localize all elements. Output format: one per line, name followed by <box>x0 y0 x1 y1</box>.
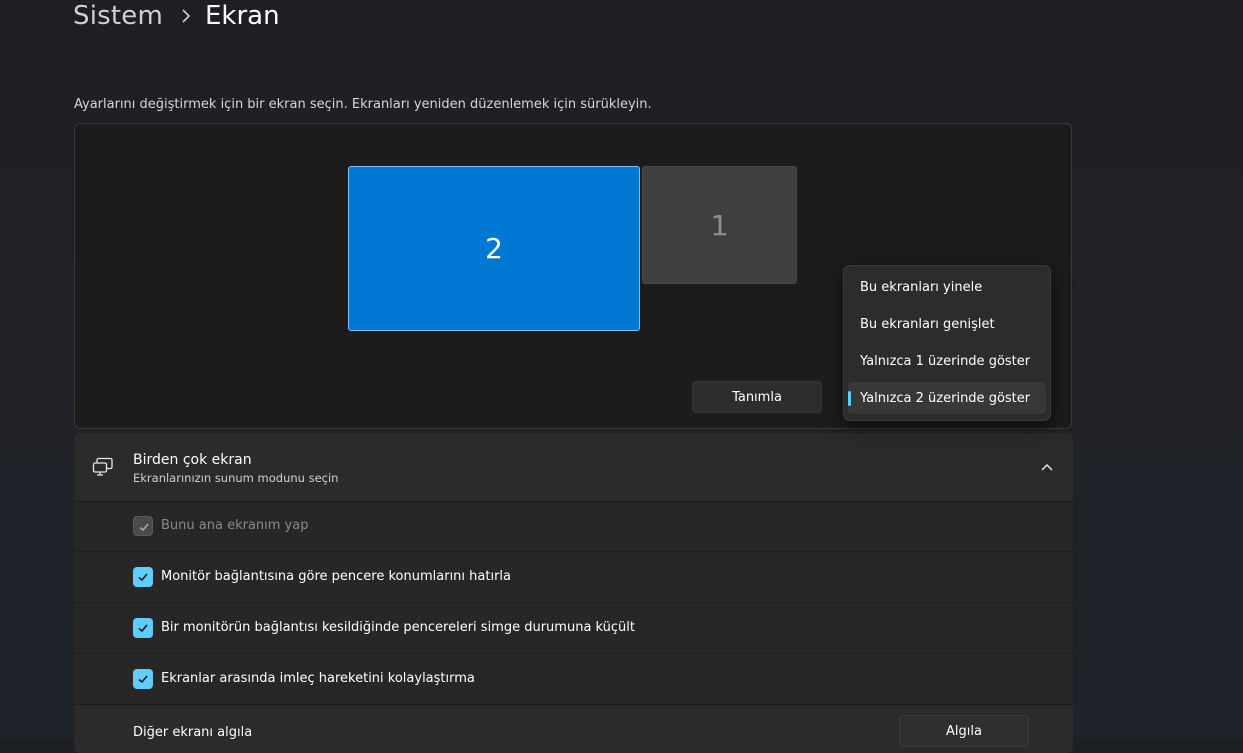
ease-cursor-movement-checkbox[interactable] <box>133 669 153 689</box>
monitor-1[interactable]: 1 <box>642 166 797 284</box>
monitor-1-label: 1 <box>710 208 729 242</box>
arrangement-hint: Ayarlarını değiştirmek için bir ekran se… <box>74 97 652 112</box>
multiple-displays-icon <box>92 457 113 476</box>
remember-window-positions-checkbox[interactable] <box>133 567 153 587</box>
multiple-displays-title: Birden çok ekran <box>133 452 252 468</box>
option-row-minimize-windows: Bir monitörün bağlantısı kesildiğinde pe… <box>74 604 1073 654</box>
checkmark-icon <box>138 573 148 582</box>
remember-window-positions-label[interactable]: Monitör bağlantısına göre pencere konuml… <box>161 569 511 584</box>
display-mode-dropdown: Bu ekranları yinele Bu ekranları genişle… <box>843 265 1051 421</box>
main-display-checkbox <box>133 516 153 536</box>
breadcrumb-parent-sistem[interactable]: Sistem <box>73 1 163 31</box>
chevron-up-icon[interactable] <box>1040 460 1054 474</box>
menu-item-label: Bu ekranları genişlet <box>860 316 995 332</box>
selected-indicator <box>848 391 851 406</box>
page-title: Ekran <box>205 1 280 31</box>
checkmark-icon <box>138 624 148 633</box>
menu-item-duplicate[interactable]: Bu ekranları yinele <box>848 271 1046 303</box>
identify-button[interactable]: Tanımla <box>692 381 822 413</box>
multiple-displays-card: Birden çok ekran Ekranlarınızın sunum mo… <box>74 433 1073 753</box>
checkmark-icon <box>139 523 149 532</box>
minimize-windows-checkbox[interactable] <box>133 618 153 638</box>
minimize-windows-label[interactable]: Bir monitörün bağlantısı kesildiğinde pe… <box>161 620 635 635</box>
multiple-displays-subtitle: Ekranlarınızın sunum modunu seçin <box>133 471 339 485</box>
menu-item-show-only-2[interactable]: Yalnızca 2 üzerinde göster <box>848 382 1046 414</box>
detect-other-display-row: Diğer ekranı algıla Algıla <box>74 705 1073 753</box>
multiple-displays-header[interactable]: Birden çok ekran Ekranlarınızın sunum mo… <box>74 433 1073 502</box>
monitor-2-label: 2 <box>485 232 503 265</box>
option-row-ease-cursor-movement: Ekranlar arasında imleç hareketini kolay… <box>74 655 1073 705</box>
chevron-right-icon <box>182 9 191 23</box>
menu-item-label: Bu ekranları yinele <box>860 279 983 295</box>
main-display-label: Bunu ana ekranım yap <box>161 518 309 533</box>
menu-item-show-only-1[interactable]: Yalnızca 1 üzerinde göster <box>848 345 1046 377</box>
checkmark-icon <box>138 675 148 684</box>
detect-button[interactable]: Algıla <box>899 715 1029 747</box>
option-row-remember-window-positions: Monitör bağlantısına göre pencere konuml… <box>74 553 1073 603</box>
monitor-2[interactable]: 2 <box>348 166 640 331</box>
menu-item-label: Yalnızca 1 üzerinde göster <box>860 353 1031 369</box>
breadcrumb: Sistem Ekran <box>73 0 280 36</box>
option-row-main-display: Bunu ana ekranım yap <box>74 502 1073 552</box>
ease-cursor-movement-label[interactable]: Ekranlar arasında imleç hareketini kolay… <box>161 671 475 686</box>
menu-item-extend[interactable]: Bu ekranları genişlet <box>848 308 1046 340</box>
menu-item-label: Yalnızca 2 üzerinde göster <box>860 390 1031 406</box>
